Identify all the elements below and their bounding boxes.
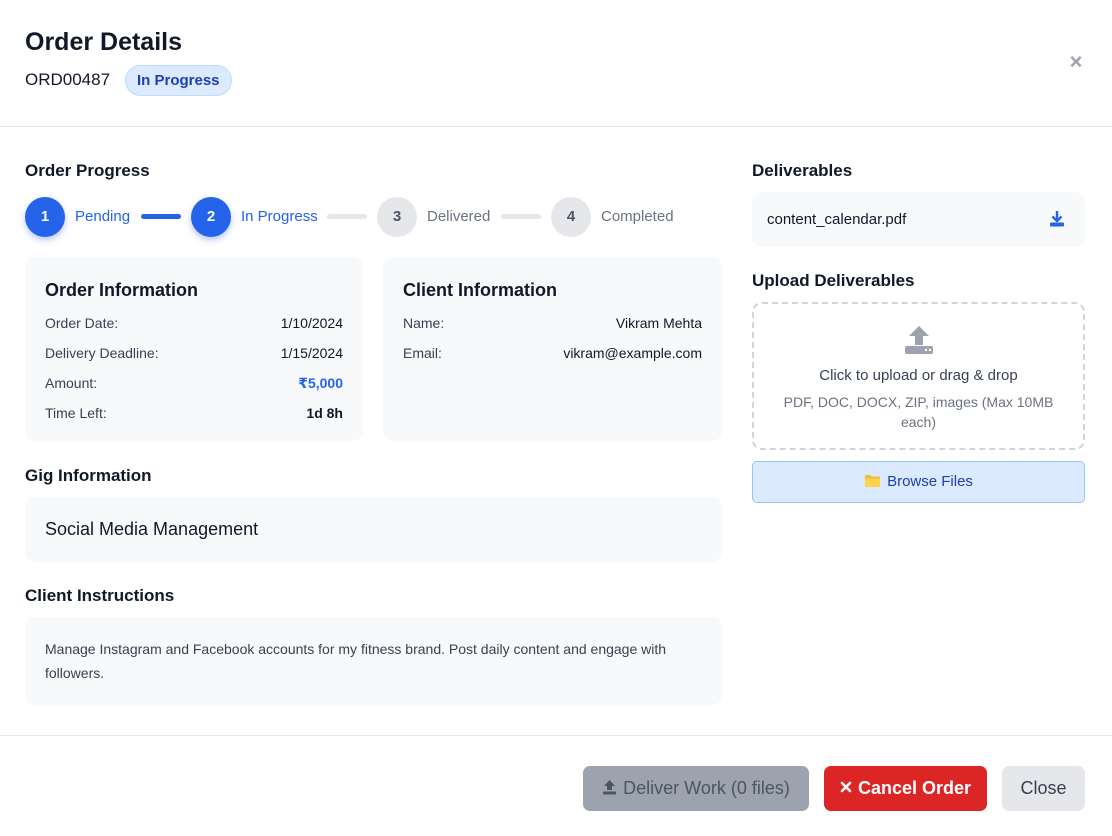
client-info-title: Client Information [403,280,557,300]
upload-dropzone[interactable]: Click to upload or drag & drop PDF, DOC,… [752,302,1085,450]
amount-value: ₹5,000 [298,375,343,391]
step-3-label: Delivered [427,208,491,225]
cancel-order-button[interactable]: Cancel Order [824,766,987,811]
order-id: ORD00487 [25,70,111,89]
step-3-circle: 3 [377,197,417,237]
deliverables-title: Deliverables [752,161,853,180]
step-1-label: Pending [75,208,131,225]
client-info-card: Client Information Name: Vikram Mehta Em… [383,257,722,441]
progress-title: Order Progress [25,161,150,180]
close-button[interactable]: Close [1002,766,1085,811]
cancel-order-label: Cancel Order [857,778,972,798]
deliverable-file-item: content_calendar.pdf [752,192,1085,247]
upload-title: Upload Deliverables [752,271,915,290]
gig-info-title: Gig Information [25,466,152,485]
deliverable-file-name: content_calendar.pdf [767,211,907,228]
step-2-circle: 2 [191,197,231,237]
instructions-card: Manage Instagram and Facebook accounts f… [25,617,722,705]
client-email-value: vikram@example.com [563,345,702,361]
gig-name: Social Media Management [45,519,259,539]
client-name-label: Name: [403,315,445,331]
step-1-circle: 1 [25,197,65,237]
instructions-title: Client Instructions [25,586,175,605]
close-icon [840,781,852,793]
client-email-label: Email: [403,345,442,361]
delivery-deadline-label: Delivery Deadline: [45,345,159,361]
order-info-title: Order Information [45,280,199,300]
time-left-value: 1d 8h [306,405,343,421]
step-4-circle: 4 [551,197,591,237]
client-name-value: Vikram Mehta [615,315,702,331]
upload-icon [905,326,933,354]
close-icon[interactable]: × [1064,50,1088,74]
page-title: Order Details [25,28,183,56]
upload-hint: PDF, DOC, DOCX, ZIP, images (Max 10MB ea… [783,394,1054,430]
step-connector-2 [327,214,367,219]
step-2-label: In Progress [241,208,318,225]
folder-icon [865,474,881,487]
deliver-work-label: Deliver Work (0 files) [623,778,790,798]
order-date-label: Order Date: [45,315,119,331]
upload-icon [603,780,617,795]
amount-label: Amount: [45,375,98,391]
modal-header: Order Details ORD00487 In Progress × [0,0,1112,127]
time-left-label: Time Left: [45,405,107,421]
instructions-text: Manage Instagram and Facebook accounts f… [45,641,667,681]
status-badge: In Progress [125,65,232,96]
download-icon[interactable] [1047,209,1067,229]
step-connector-3 [501,214,541,219]
deliver-work-button[interactable]: Deliver Work (0 files) [583,766,809,811]
order-date-value: 1/10/2024 [280,315,343,331]
order-info-card: Order Information Order Date: 1/10/2024 … [25,257,363,441]
step-connector-1 [141,214,181,219]
step-4-label: Completed [601,208,674,225]
browse-files-label: Browse Files [887,473,973,490]
upload-prompt: Click to upload or drag & drop [819,367,1018,384]
gig-info-card: Social Media Management [25,497,722,562]
browse-files-button[interactable]: Browse Files [752,461,1085,503]
delivery-deadline-value: 1/15/2024 [280,345,343,361]
